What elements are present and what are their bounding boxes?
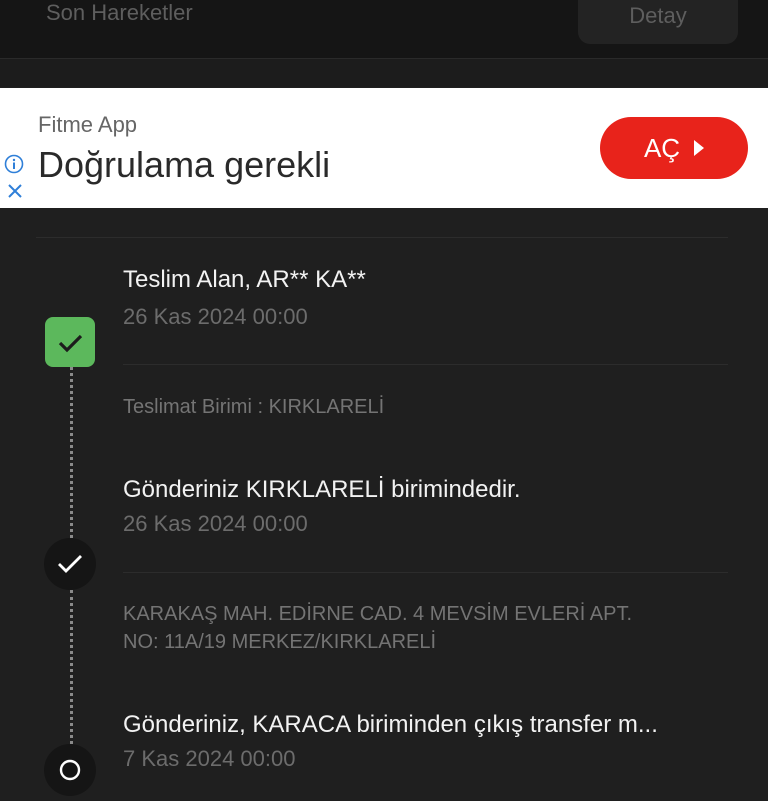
info-icon[interactable]: [4, 154, 24, 174]
timeline-connector: [70, 590, 73, 744]
event-note: KARAKAŞ MAH. EDİRNE CAD. 4 MEVSİM EVLERİ…: [123, 600, 632, 656]
delivered-check-icon: [45, 317, 95, 367]
close-icon[interactable]: [6, 182, 24, 200]
section-title: Son Hareketler: [46, 0, 193, 25]
timeline-connector: [70, 367, 73, 538]
address-line: NO: 11A/19 MERKEZ/KIRKLARELİ: [123, 631, 437, 653]
ad-open-button[interactable]: AÇ: [600, 117, 748, 179]
event-note: Teslimat Birimi : KIRKLARELİ: [123, 396, 385, 418]
divider: [123, 572, 728, 573]
play-arrow-icon: [694, 140, 705, 156]
event-date: 26 Kas 2024 00:00: [123, 511, 308, 536]
event-title: Teslim Alan, AR** KA**: [123, 266, 366, 293]
address-line: KARAKAŞ MAH. EDİRNE CAD. 4 MEVSİM EVLERİ…: [123, 603, 633, 625]
ad-headline: Doğrulama gerekli: [38, 144, 331, 185]
spacer: [0, 59, 768, 87]
divider: [36, 237, 728, 238]
event-date: 7 Kas 2024 00:00: [123, 746, 296, 771]
ad-brand: Fitme App: [38, 112, 138, 137]
event-title: Gönderiniz KIRKLARELİ birimindedir.: [123, 476, 521, 503]
divider: [123, 364, 728, 365]
check-icon: [44, 538, 96, 590]
event-date: 26 Kas 2024 00:00: [123, 304, 308, 329]
detail-button[interactable]: Detay: [578, 0, 738, 44]
event-title: Gönderiniz, KARACA biriminden çıkış tran…: [123, 711, 658, 738]
pending-circle-icon: [44, 744, 96, 796]
ad-open-label: AÇ: [643, 132, 681, 163]
header-bar: Son Hareketler Detay: [0, 0, 768, 59]
